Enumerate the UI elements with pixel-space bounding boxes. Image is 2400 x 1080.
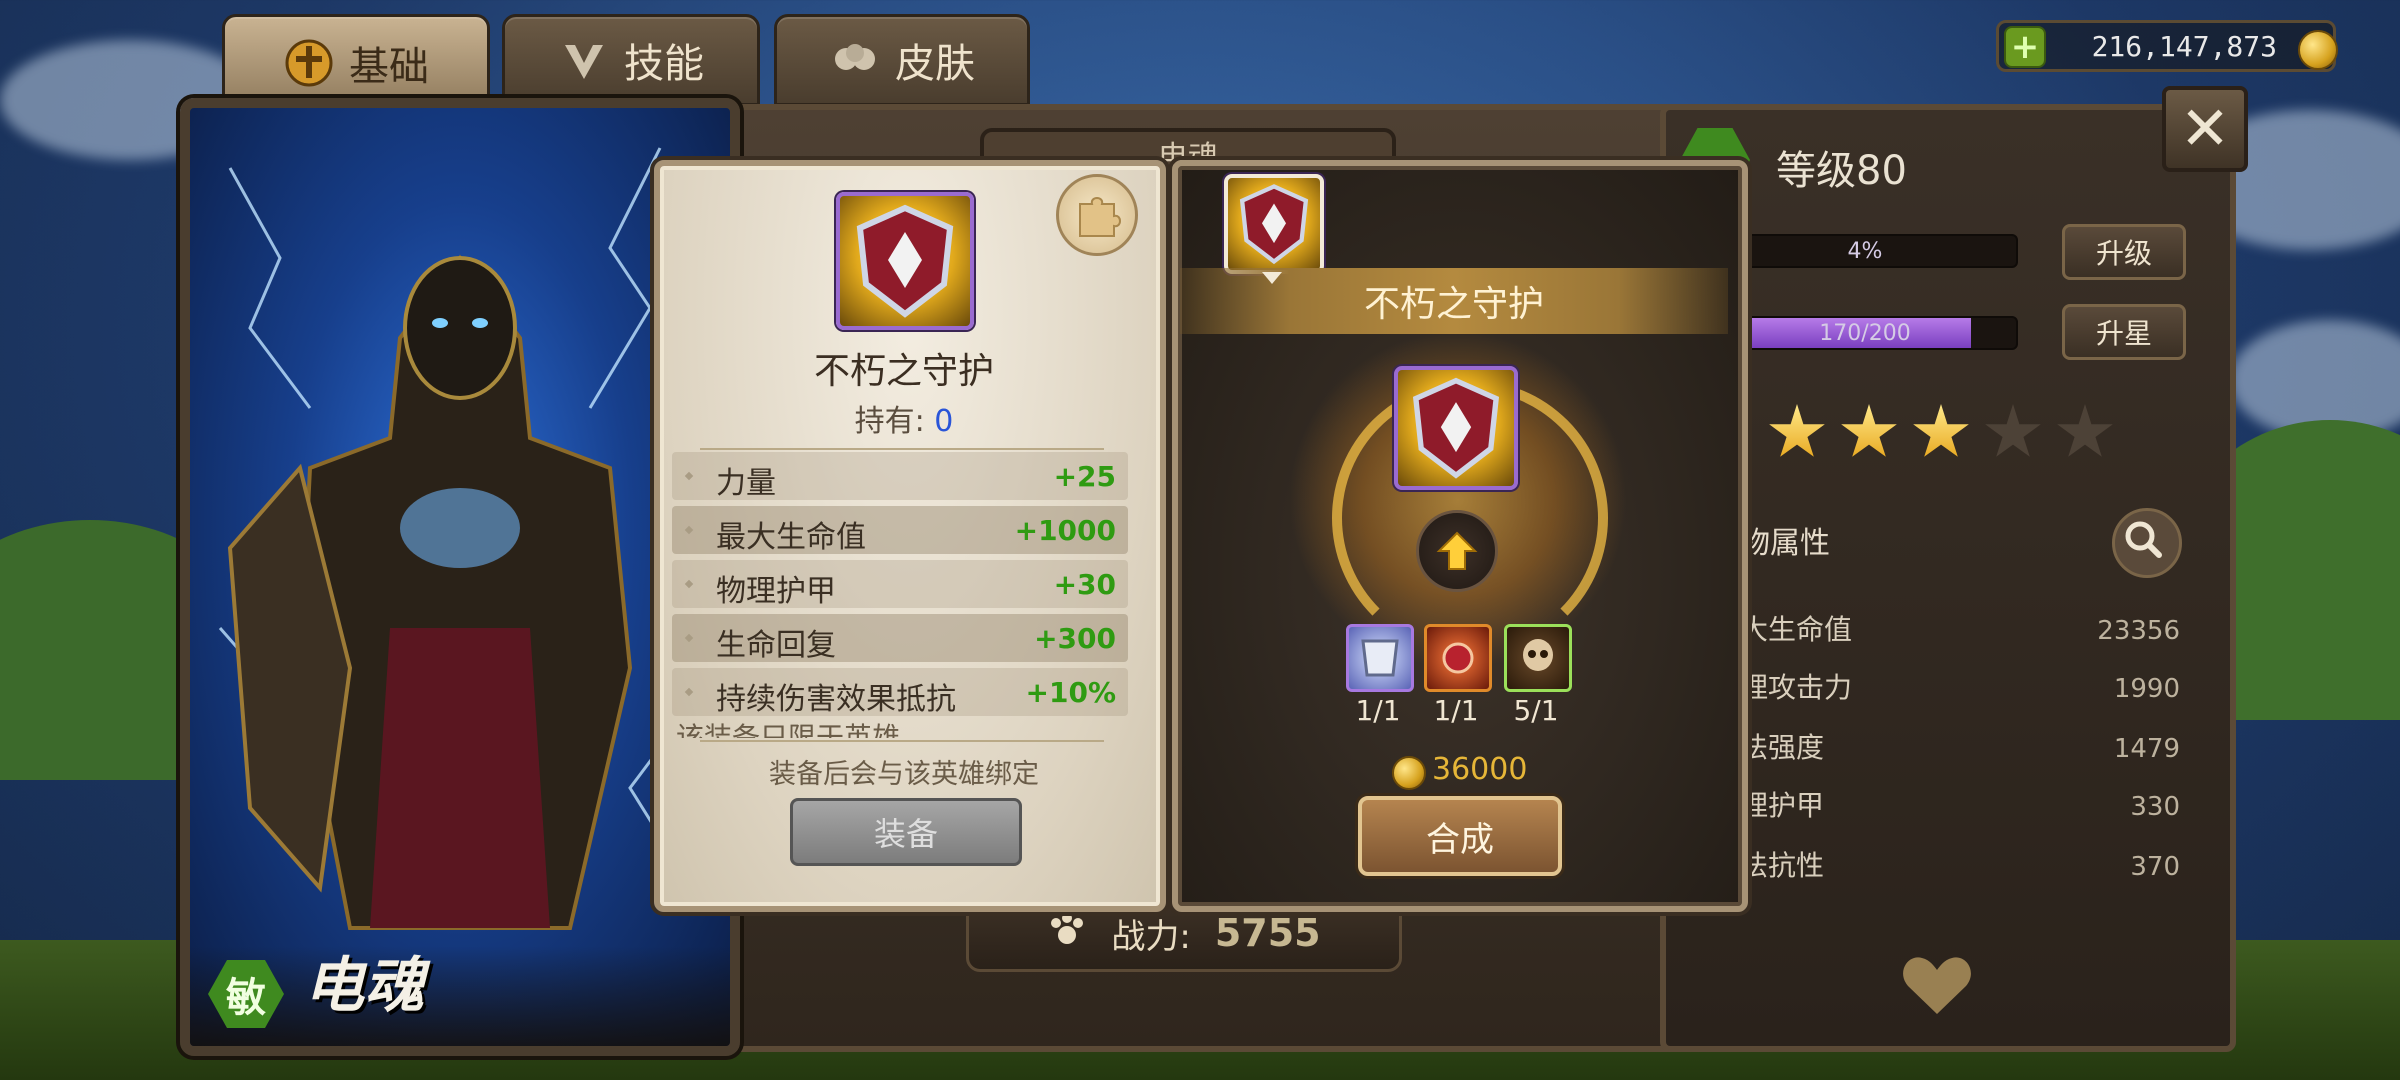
gold-coin-icon <box>2298 30 2338 70</box>
item-attr-row: 持续伤害效果抵抗 +10% <box>672 668 1128 717</box>
tab-basic-label: 基础 <box>349 44 429 90</box>
gold-counter: 216,147,873 <box>1996 20 2336 72</box>
attr-row: 理护甲 330 <box>1740 789 2180 822</box>
star-up-button[interactable]: 升星 <box>2062 304 2186 360</box>
hero-name: 电魂 <box>304 951 424 1021</box>
attr-row: 法强度 1479 <box>1740 731 2180 764</box>
paw-icon <box>1047 909 1087 958</box>
fire-orb-material-icon[interactable] <box>1424 624 1492 692</box>
item-attr-row: 最大生命值 +1000 <box>672 506 1128 555</box>
puzzle-icon[interactable] <box>1056 174 1138 256</box>
gold-amount: 216,147,873 <box>2091 29 2277 63</box>
craft-cost: 36000 <box>1432 752 1528 787</box>
material-count: 1/1 <box>1355 694 1401 727</box>
craft-button[interactable]: 合成 <box>1358 796 1562 876</box>
helmet-icon <box>283 37 335 89</box>
skin-icon <box>829 34 881 86</box>
skull-material-icon[interactable] <box>1504 624 1572 692</box>
attr-row: 理攻击力 1990 <box>1740 671 2180 704</box>
hero-portrait <box>218 147 692 930</box>
truncated-description: 该装备只限于英雄 <box>676 721 901 738</box>
item-attr-row: 生命回复 +300 <box>672 614 1128 663</box>
soul-stone-bar: 170/200 <box>1712 316 2018 350</box>
power-value: 5755 <box>1214 911 1321 955</box>
item-attr-row: 力量 +25 <box>672 452 1128 501</box>
soul-stone-count: 170/200 <box>1819 320 1911 346</box>
exp-bar: 4% <box>1712 234 2018 268</box>
selection-caret-icon <box>1262 272 1282 284</box>
add-gold-button[interactable]: + <box>2004 26 2046 68</box>
tab-skins[interactable]: 皮肤 <box>774 14 1030 106</box>
bind-note: 装备后会与该英雄绑定 <box>769 759 1039 790</box>
attributes-header: 物属性 <box>1740 526 1830 561</box>
item-icon <box>836 192 974 330</box>
power-label: 战力: <box>1111 916 1191 957</box>
tab-skills-label: 技能 <box>624 41 704 87</box>
exp-percent: 4% <box>1847 238 1883 264</box>
tab-skins-label: 皮肤 <box>895 41 975 87</box>
attribute-details-button[interactable] <box>2112 508 2182 578</box>
upgrade-button[interactable]: 升级 <box>2062 224 2186 280</box>
craft-result-icon <box>1394 366 1518 490</box>
item-name: 不朽之守护 <box>813 351 994 392</box>
close-button[interactable]: ✕ <box>2162 86 2248 172</box>
hero-level: 等级80 <box>1776 148 1907 194</box>
selected-item-thumb[interactable] <box>1224 174 1324 274</box>
tab-skills[interactable]: 技能 <box>502 14 760 106</box>
search-icon <box>2125 521 2162 558</box>
divider <box>700 740 1104 742</box>
owned-count: 持有: 0 <box>854 404 954 439</box>
material-count: 5/1 <box>1513 694 1559 727</box>
equip-button[interactable]: 装备 <box>790 798 1022 866</box>
upgrade-arrow-icon <box>1416 510 1498 592</box>
heart-icon[interactable] <box>1900 954 1974 1018</box>
item-attr-row: 物理护甲 +30 <box>672 560 1128 609</box>
divider <box>700 448 1104 450</box>
skill-icon <box>558 34 610 86</box>
attr-row: 法抗性 370 <box>1740 849 2180 882</box>
gold-coin-icon <box>1392 756 1426 790</box>
material-count: 1/1 <box>1433 694 1479 727</box>
armor-material-icon[interactable] <box>1346 624 1414 692</box>
attr-row: 大生命值 23356 <box>1740 613 2180 646</box>
